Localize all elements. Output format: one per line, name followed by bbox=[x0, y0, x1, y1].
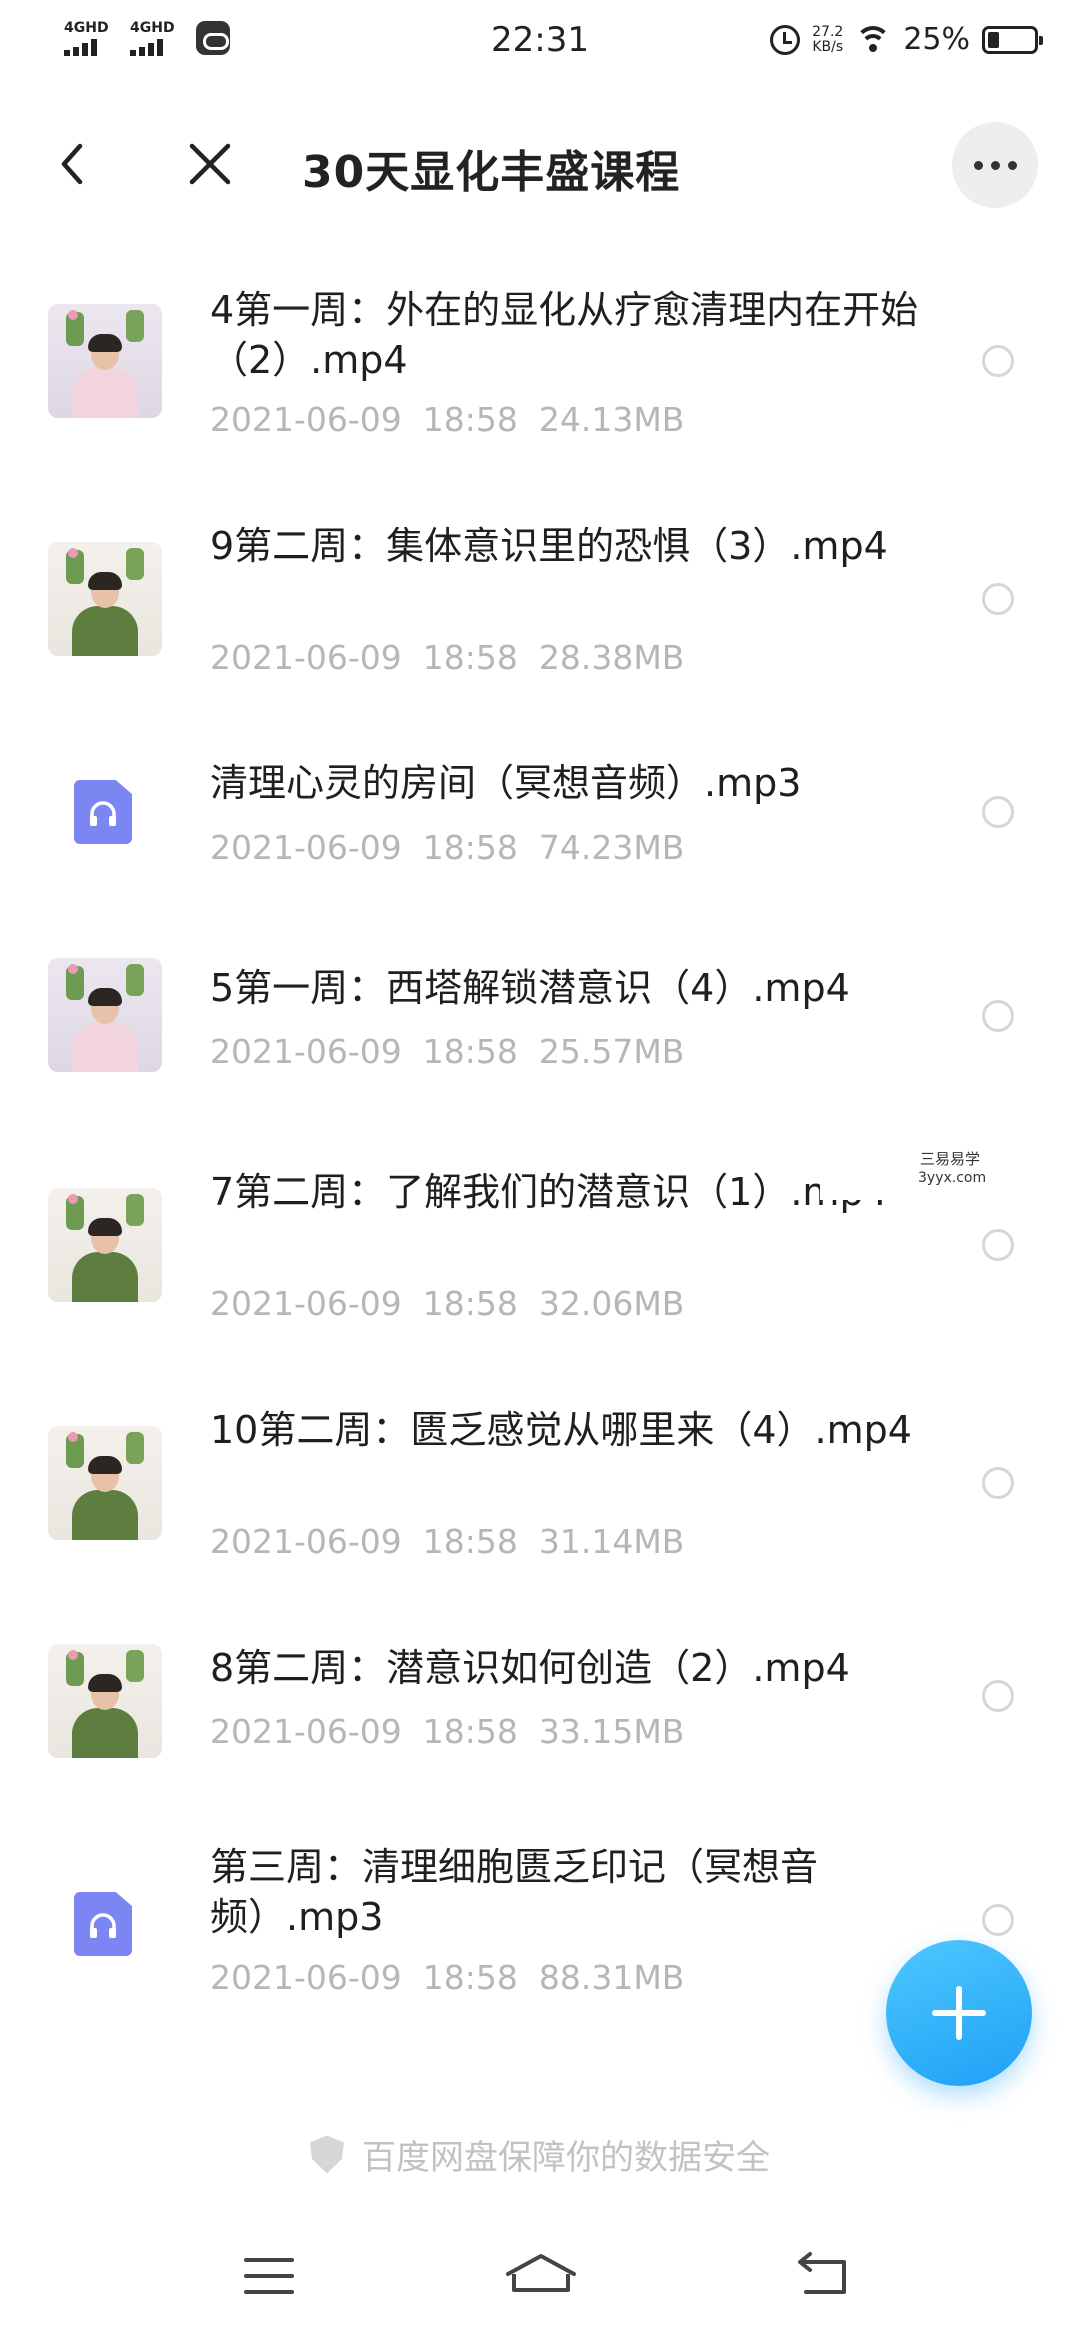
file-name: 5第一周：西塔解锁潜意识（4）.mp4 bbox=[210, 966, 850, 1010]
battery-icon bbox=[982, 25, 1043, 54]
file-size: 33.15MB bbox=[538, 1712, 685, 1751]
file-name: 10第二周：匮乏感觉从哪里来（4）.mp4 bbox=[210, 1408, 912, 1452]
wifi-icon bbox=[855, 25, 892, 54]
video-thumbnail bbox=[48, 1426, 162, 1540]
file-size: 31.14MB bbox=[538, 1522, 685, 1561]
chevron-left-icon bbox=[61, 143, 83, 185]
file-date: 2021-06-09 18:58 bbox=[210, 828, 518, 867]
select-radio[interactable] bbox=[982, 1680, 1014, 1712]
video-thumbnail bbox=[48, 542, 162, 656]
network-speed-value: 27.2 bbox=[812, 23, 844, 40]
more-button[interactable] bbox=[952, 122, 1038, 208]
home-icon bbox=[506, 2254, 576, 2292]
back-nav-button[interactable] bbox=[796, 2250, 852, 2300]
video-thumbnail bbox=[48, 304, 162, 418]
page-title: 30天显化丰盛课程 bbox=[302, 147, 681, 198]
select-radio[interactable] bbox=[982, 345, 1014, 377]
security-note-text: 百度网盘保障你的数据安全 bbox=[362, 2138, 770, 2178]
watermark: 三易易学 3yyx.com bbox=[820, 1140, 1070, 1200]
file-size: 28.38MB bbox=[538, 638, 685, 677]
file-meta: 2021-06-09 18:58 24.13MB bbox=[210, 400, 684, 439]
select-radio[interactable] bbox=[982, 796, 1014, 828]
header: 30天显化丰盛课程 bbox=[0, 110, 1080, 220]
file-meta: 2021-06-09 18:58 28.38MB bbox=[210, 638, 684, 677]
status-bar: 4GHD 4GHD 22:31 27.2 KB/s 25% bbox=[0, 0, 1080, 90]
file-meta: 2021-06-09 18:58 33.15MB bbox=[210, 1712, 684, 1751]
file-date: 2021-06-09 18:58 bbox=[210, 638, 518, 677]
file-date: 2021-06-09 18:58 bbox=[210, 1284, 518, 1323]
file-meta: 2021-06-09 18:58 74.23MB bbox=[210, 828, 684, 867]
menu-icon-line bbox=[244, 2290, 294, 2294]
return-icon bbox=[798, 2252, 846, 2294]
audio-file-icon bbox=[74, 780, 132, 844]
file-date: 2021-06-09 18:58 bbox=[210, 1958, 518, 1997]
home-button[interactable] bbox=[504, 2250, 578, 2302]
menu-icon-line bbox=[244, 2274, 294, 2278]
select-radio[interactable] bbox=[982, 583, 1014, 615]
file-meta: 2021-06-09 18:58 31.14MB bbox=[210, 1522, 684, 1561]
file-name: 8第二周：潜意识如何创造（2）.mp4 bbox=[210, 1646, 850, 1690]
file-name: 第三周：清理细胞匮乏印记（冥想音频）.mp3 bbox=[210, 1845, 819, 1939]
watermark-line-1: 三易易学 bbox=[920, 1150, 981, 1168]
file-name: 9第二周：集体意识里的恐惧（3）.mp4 bbox=[210, 524, 888, 568]
file-date: 2021-06-09 18:58 bbox=[210, 1712, 518, 1751]
file-size: 25.57MB bbox=[538, 1032, 685, 1071]
file-size: 32.06MB bbox=[538, 1284, 685, 1323]
file-name: 4第一周：外在的显化从疗愈清理内在开始（2）.mp4 bbox=[210, 288, 919, 382]
alarm-icon bbox=[770, 24, 801, 55]
file-size: 24.13MB bbox=[538, 400, 685, 439]
menu-button[interactable] bbox=[244, 2256, 300, 2298]
menu-icon-line bbox=[244, 2258, 294, 2262]
more-icon-dot bbox=[1007, 160, 1017, 170]
battery-percent: 25% bbox=[903, 22, 970, 57]
select-radio[interactable] bbox=[982, 1467, 1014, 1499]
close-button[interactable] bbox=[180, 134, 240, 194]
file-meta: 2021-06-09 18:58 88.31MB bbox=[210, 1958, 684, 1997]
file-name: 清理心灵的房间（冥想音频）.mp3 bbox=[210, 761, 802, 805]
select-radio[interactable] bbox=[982, 1000, 1014, 1032]
file-size: 88.31MB bbox=[538, 1958, 685, 1997]
select-radio[interactable] bbox=[982, 1229, 1014, 1261]
shield-icon bbox=[310, 2135, 344, 2174]
more-icon-dot bbox=[973, 160, 983, 170]
headphones-icon bbox=[90, 801, 116, 826]
video-thumbnail bbox=[48, 958, 162, 1072]
audio-file-icon bbox=[74, 1892, 132, 1956]
headphones-icon bbox=[90, 1913, 116, 1938]
file-date: 2021-06-09 18:58 bbox=[210, 1032, 518, 1071]
system-nav-bar bbox=[0, 2230, 1080, 2340]
status-right: 27.2 KB/s 25% bbox=[770, 22, 1043, 57]
file-size: 74.23MB bbox=[538, 828, 685, 867]
file-meta: 2021-06-09 18:58 32.06MB bbox=[210, 1284, 684, 1323]
network-speed-unit: KB/s bbox=[812, 38, 844, 55]
file-date: 2021-06-09 18:58 bbox=[210, 1522, 518, 1561]
video-thumbnail bbox=[48, 1644, 162, 1758]
security-note: 百度网盘保障你的数据安全 bbox=[0, 2130, 1080, 2179]
file-date: 2021-06-09 18:58 bbox=[210, 400, 518, 439]
watermark-line-2: 3yyx.com bbox=[918, 1170, 987, 1186]
battery-fill bbox=[988, 31, 999, 48]
add-button[interactable] bbox=[886, 1940, 1032, 2086]
file-meta: 2021-06-09 18:58 25.57MB bbox=[210, 1032, 684, 1071]
close-icon bbox=[189, 143, 231, 185]
more-icon-dot bbox=[990, 160, 1000, 170]
select-radio[interactable] bbox=[982, 1904, 1014, 1936]
back-button[interactable] bbox=[44, 134, 104, 194]
video-thumbnail bbox=[48, 1188, 162, 1302]
network-speed: 27.2 KB/s bbox=[812, 23, 844, 55]
